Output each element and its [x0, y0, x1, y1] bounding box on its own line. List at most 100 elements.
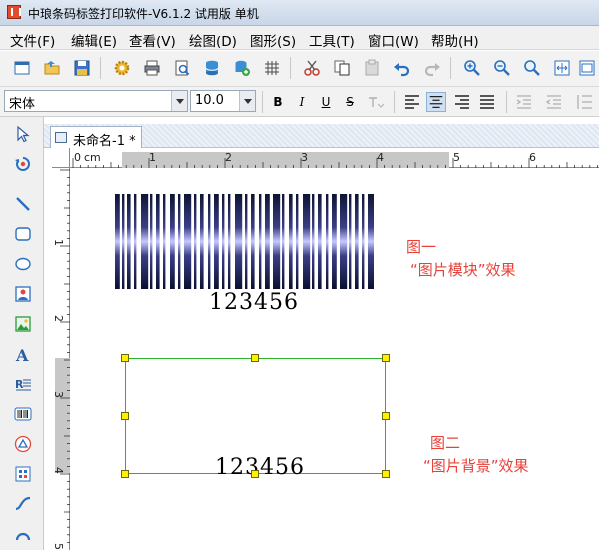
copy-icon[interactable] [333, 59, 351, 77]
title-bar: 中琅条码标签打印软件-V6.1.2 试用版 单机 [0, 0, 599, 26]
outdent-icon[interactable] [544, 92, 564, 112]
barcode-image-module[interactable] [115, 194, 383, 289]
indent-icon[interactable] [514, 92, 534, 112]
resize-handle-s[interactable] [251, 470, 259, 478]
barcode-bar [200, 194, 204, 289]
chevron-down-icon[interactable] [239, 91, 255, 111]
align-center-icon[interactable] [426, 92, 446, 112]
font-toolbar: 宋体 10.0 B I U S [0, 87, 599, 117]
paste-icon[interactable] [363, 59, 381, 77]
menu-edit[interactable]: 编辑(E) [71, 30, 117, 50]
main-toolbar [0, 51, 599, 87]
align-left-icon[interactable] [402, 92, 422, 112]
font-size-select[interactable]: 10.0 [190, 90, 256, 112]
menu-tools[interactable]: 工具(T) [309, 30, 355, 50]
align-justify-icon[interactable] [477, 92, 497, 112]
ruler-label-1: 1 [149, 151, 156, 164]
ellipse-icon[interactable] [14, 255, 32, 273]
fit-page-icon[interactable] [553, 59, 571, 77]
barcode-bar [141, 194, 149, 289]
line-spacing-icon[interactable] [574, 92, 594, 112]
barcode-image-background[interactable] [126, 360, 386, 454]
polyline-icon[interactable] [14, 495, 32, 513]
barcode-bar [208, 194, 211, 289]
font-family-select[interactable]: 宋体 [4, 90, 188, 112]
save-icon[interactable] [73, 59, 91, 77]
barcode-bar [368, 194, 374, 289]
document-icon [55, 132, 67, 143]
line-icon[interactable] [14, 195, 32, 213]
image-icon[interactable] [14, 285, 32, 303]
barcode-bar [289, 194, 293, 289]
arc-icon[interactable] [14, 525, 32, 543]
font-family-value: 宋体 [9, 97, 36, 112]
rotate-icon[interactable] [14, 155, 32, 173]
barcode-bar [163, 194, 166, 289]
resize-handle-sw[interactable] [121, 470, 129, 478]
barcode-icon[interactable] [14, 405, 32, 423]
resize-handle-se[interactable] [382, 470, 390, 478]
menu-shape[interactable]: 图形(S) [250, 30, 296, 50]
resize-handle-nw[interactable] [121, 354, 129, 362]
barcode-bar [362, 194, 365, 289]
resize-handle-e[interactable] [382, 412, 390, 420]
resize-handle-ne[interactable] [382, 354, 390, 362]
barcode-bar [265, 194, 270, 289]
align-right-icon[interactable] [452, 92, 472, 112]
database-link-icon[interactable] [233, 59, 251, 77]
zoom-in-icon[interactable] [463, 59, 481, 77]
barcode-bar [273, 194, 281, 289]
resize-handle-n[interactable] [251, 354, 259, 362]
menu-window[interactable]: 窗口(W) [368, 30, 419, 50]
print-icon[interactable] [143, 59, 161, 77]
letter-spacing-icon[interactable] [366, 92, 386, 112]
select-pointer-icon[interactable] [14, 125, 32, 143]
menu-file[interactable]: 文件(F) [10, 30, 55, 50]
print-preview-icon[interactable] [173, 59, 191, 77]
strikethrough-button[interactable]: S [340, 92, 360, 112]
barcode-bar [122, 194, 125, 289]
tab-label: 未命名-1 * [73, 134, 136, 149]
underline-button[interactable]: U [316, 92, 336, 112]
zoom-fit-icon[interactable] [523, 59, 541, 77]
drawing-tool-palette: A R [0, 117, 44, 550]
ruler-corner [52, 148, 70, 168]
menu-view[interactable]: 查看(V) [129, 30, 176, 50]
barcode-human-readable-text: 123456 [209, 290, 299, 315]
rounded-rect-icon[interactable] [14, 225, 32, 243]
resize-handle-w[interactable] [121, 412, 129, 420]
chevron-down-icon[interactable] [171, 91, 187, 111]
barcode-human-readable-text: 123456 [215, 455, 305, 480]
fit-width-icon[interactable] [578, 59, 596, 77]
zoom-out-icon[interactable] [493, 59, 511, 77]
qrcode-icon[interactable] [14, 435, 32, 453]
ruler-label-v2: 2 [52, 315, 65, 322]
grid-icon[interactable] [263, 59, 281, 77]
undo-icon[interactable] [393, 59, 411, 77]
cut-icon[interactable] [303, 59, 321, 77]
bold-button[interactable]: B [268, 92, 288, 112]
text-icon[interactable]: A [14, 345, 32, 363]
app-logo-icon [7, 5, 21, 19]
ruler-label-3: 3 [301, 151, 308, 164]
tab-document[interactable]: 未命名-1 * [50, 126, 142, 149]
database-icon[interactable] [203, 59, 221, 77]
shape-icon[interactable] [14, 465, 32, 483]
settings-gear-icon[interactable] [113, 59, 131, 77]
barcode-bar [349, 194, 352, 289]
document-tab-bar: 未命名-1 * [44, 124, 599, 149]
menu-bar: 文件(F) 编辑(E) 查看(V) 绘图(D) 图形(S) 工具(T) 窗口(W… [0, 26, 599, 50]
ruler-label-v4: 4 [52, 467, 65, 474]
new-window-icon[interactable] [13, 59, 31, 77]
menu-help[interactable]: 帮助(H) [431, 30, 479, 50]
barcode-bar [332, 194, 337, 289]
open-folder-icon[interactable] [43, 59, 61, 77]
italic-button[interactable]: I [292, 92, 312, 112]
horizontal-ruler[interactable]: 0 cm 1 2 3 4 5 6 [70, 148, 599, 168]
menu-draw[interactable]: 绘图(D) [189, 30, 237, 50]
vertical-ruler[interactable]: 1 2 3 4 5 [52, 168, 70, 550]
barcode-bar [340, 194, 348, 289]
picture-icon[interactable] [14, 315, 32, 333]
redo-icon[interactable] [423, 59, 441, 77]
rich-text-icon[interactable]: R [14, 375, 32, 393]
